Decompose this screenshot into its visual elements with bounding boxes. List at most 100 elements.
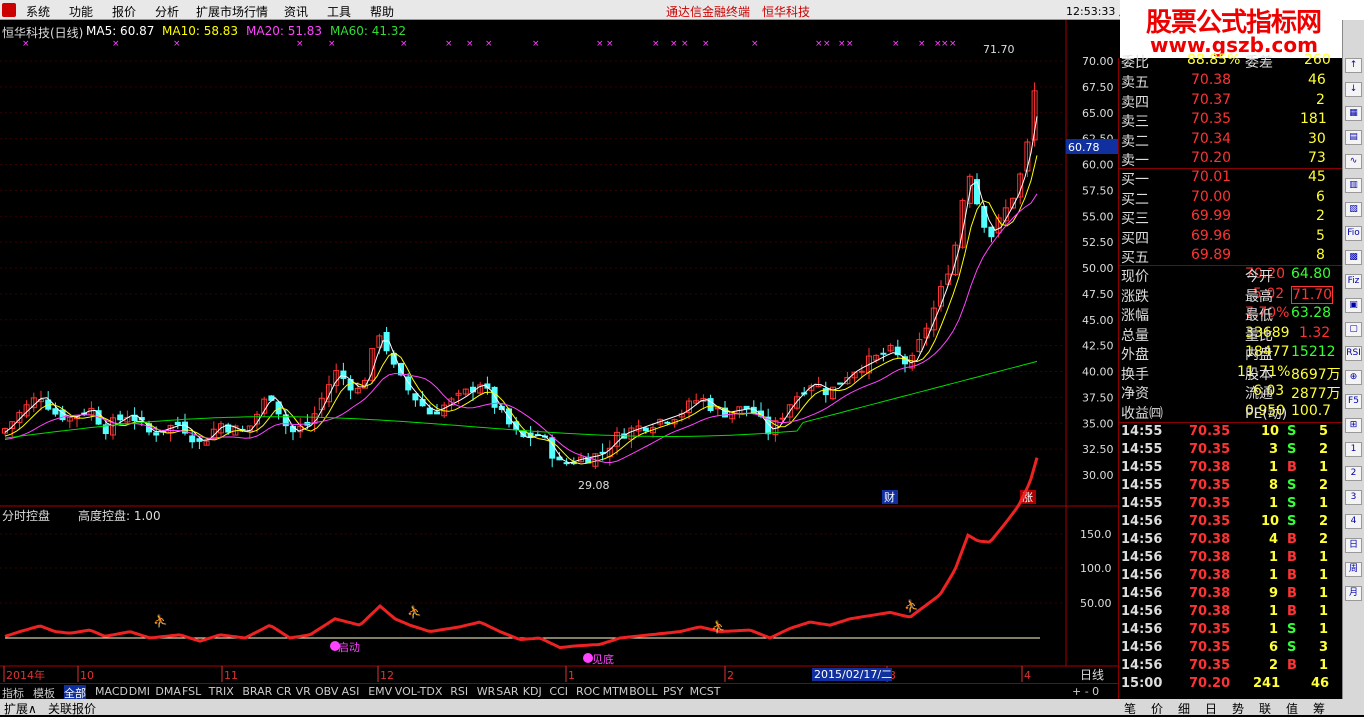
quote-tab-3[interactable]: 日 (1205, 700, 1217, 717)
menu-function[interactable]: 功能 (69, 3, 93, 20)
menu-tools[interactable]: 工具 (327, 3, 351, 20)
tick-volume: 9 (1269, 586, 1279, 601)
tick-price: 70.38 (1189, 568, 1231, 583)
toolbar-button-19[interactable]: 4 (1345, 514, 1362, 529)
toolbar-button-20[interactable]: 日 (1345, 538, 1362, 553)
indicator-tab-emv[interactable]: EMV (368, 685, 392, 698)
kline-chart[interactable]: 70.0067.5065.0062.5060.0057.5055.0052.50… (0, 20, 1118, 687)
toolbar-button-4[interactable]: ∿ (1345, 154, 1362, 169)
menu-system[interactable]: 系统 (26, 3, 50, 20)
indicator-tab-wr[interactable]: WR (477, 685, 496, 698)
indicator-tab-macd[interactable]: MACD (95, 685, 128, 698)
quote-tab-2[interactable]: 细 (1178, 700, 1190, 717)
signal-marker: × (532, 39, 540, 49)
toolbar-button-6[interactable]: ▧ (1345, 202, 1362, 217)
indicator-tab-obv[interactable]: OBV (315, 685, 338, 698)
ma20-legend: MA20: 51.83 (246, 24, 323, 38)
indicator-tab-vr[interactable]: VR (296, 685, 311, 698)
indicator-tab-dmi[interactable]: DMI (129, 685, 150, 698)
sell-label: 卖四 (1121, 94, 1149, 111)
toolbar-button-16[interactable]: 1 (1345, 442, 1362, 457)
toolbar-button-22[interactable]: 月 (1345, 586, 1362, 601)
quote-row: 14:56 70.35 2 B 1 (1119, 658, 1343, 676)
tick-side: B (1287, 532, 1297, 547)
indicator-tab-psy[interactable]: PSY (663, 685, 683, 698)
indicator-tab-trix[interactable]: TRIX (209, 685, 234, 698)
quote-tab-0[interactable]: 笔 (1124, 700, 1136, 717)
candle-body (153, 432, 160, 436)
menu-news[interactable]: 资讯 (284, 3, 308, 20)
indicator-tab-dma[interactable]: DMA (155, 685, 181, 698)
stat-label: 收益㈣ (1121, 405, 1163, 422)
indicator-tab-cci[interactable]: CCI (549, 685, 568, 698)
sub-tick-label: 150.0 (1080, 528, 1112, 541)
quote-tab-1[interactable]: 价 (1151, 700, 1163, 717)
indicator-tab-cr[interactable]: CR (276, 685, 291, 698)
toolbar-button-12[interactable]: RSI (1345, 346, 1362, 361)
status-related[interactable]: 关联报价 (48, 700, 96, 717)
quote-tab-6[interactable]: 值 (1286, 700, 1298, 717)
weibi-value: 88.85% (1187, 52, 1241, 68)
candle-body (434, 411, 440, 415)
indicator-tab-mcst[interactable]: MCST (690, 685, 721, 698)
indicator-tab-fsl[interactable]: FSL (182, 685, 201, 698)
tick-price: 70.35 (1189, 622, 1231, 637)
toolbar-button-14[interactable]: F5 (1345, 394, 1362, 409)
indicator-tab-sar[interactable]: SAR (496, 685, 518, 698)
quote-row: 14:56 70.38 1 B 1 (1119, 604, 1343, 622)
toolbar-button-13[interactable]: ⊕ (1345, 370, 1362, 385)
menu-analysis[interactable]: 分析 (155, 3, 179, 20)
toolbar-button-21[interactable]: 周 (1345, 562, 1362, 577)
sell-price: 70.34 (1191, 130, 1232, 147)
signal-marker: × (596, 39, 604, 49)
candle-body (117, 414, 124, 421)
toolbar-button-8[interactable]: ▩ (1345, 250, 1362, 265)
quote-tab-7[interactable]: 筹 (1313, 700, 1325, 717)
toolbar-button-3[interactable]: ▤ (1345, 130, 1362, 145)
tick-price: 70.38 (1189, 604, 1231, 619)
toolbar-button-5[interactable]: ▥ (1345, 178, 1362, 193)
quote-row: 买一 70.01 45 (1119, 169, 1343, 188)
tick-count: 2 (1319, 442, 1329, 457)
indicator-tab-vol-tdx[interactable]: VOL-TDX (395, 685, 443, 698)
zoom-controls[interactable]: + - 0 (1072, 685, 1099, 698)
indicator-tab-rsi[interactable]: RSI (450, 685, 468, 698)
menu-help[interactable]: 帮助 (370, 3, 394, 20)
sell-label: 卖一 (1121, 153, 1149, 169)
indicator-tab-brar[interactable]: BRAR (242, 685, 272, 698)
toolbar-button-11[interactable]: ▢ (1345, 322, 1362, 337)
indicator-tab-kdj[interactable]: KDJ (523, 685, 542, 698)
menu-ext-market[interactable]: 扩展市场行情 (196, 3, 268, 20)
tick-side: S (1287, 424, 1297, 439)
toolbar-button-18[interactable]: 3 (1345, 490, 1362, 505)
candle-body (988, 226, 995, 238)
quote-tab-4[interactable]: 势 (1232, 700, 1244, 717)
toolbar-button-2[interactable]: ▦ (1345, 106, 1362, 121)
toolbar-button-15[interactable]: ⊞ (1345, 418, 1362, 433)
indicator-tab-boll[interactable]: BOLL (629, 685, 657, 698)
quote-row: 14:56 70.38 9 B 1 (1119, 586, 1343, 604)
menu-quote[interactable]: 报价 (112, 3, 136, 20)
app-logo-icon[interactable] (2, 3, 16, 17)
indicator-tab-asi[interactable]: ASI (342, 685, 360, 698)
tick-price: 70.38 (1189, 460, 1231, 475)
quote-row: 涨幅 7.70% 最低 63.28 (1119, 305, 1343, 324)
chart-canvas[interactable]: 70.0067.5065.0062.5060.0057.5055.0052.50… (0, 20, 1118, 687)
price-tick-label: 60.00 (1082, 159, 1114, 172)
ma10-legend: MA10: 58.83 (162, 24, 239, 38)
toolbar-button-9[interactable]: Fiz (1345, 274, 1362, 289)
indicator-tab-mtm[interactable]: MTM (603, 685, 629, 698)
quote-tab-5[interactable]: 联 (1259, 700, 1271, 717)
toolbar-button-7[interactable]: Fio (1345, 226, 1362, 241)
date-label: 12 (380, 669, 394, 682)
quote-row: 14:56 70.35 1 S 1 (1119, 622, 1343, 640)
toolbar-button-10[interactable]: ▣ (1345, 298, 1362, 313)
toolbar-button-17[interactable]: 2 (1345, 466, 1362, 481)
status-expand[interactable]: 扩展∧ (4, 700, 37, 717)
toolbar-button-0[interactable]: ↑ (1345, 58, 1362, 73)
quote-row: 卖四 70.37 2 (1119, 92, 1343, 111)
price-tick-label: 47.50 (1082, 288, 1114, 301)
indicator-tab-roc[interactable]: ROC (576, 685, 600, 698)
tick-count: 1 (1319, 604, 1329, 619)
toolbar-button-1[interactable]: ↓ (1345, 82, 1362, 97)
